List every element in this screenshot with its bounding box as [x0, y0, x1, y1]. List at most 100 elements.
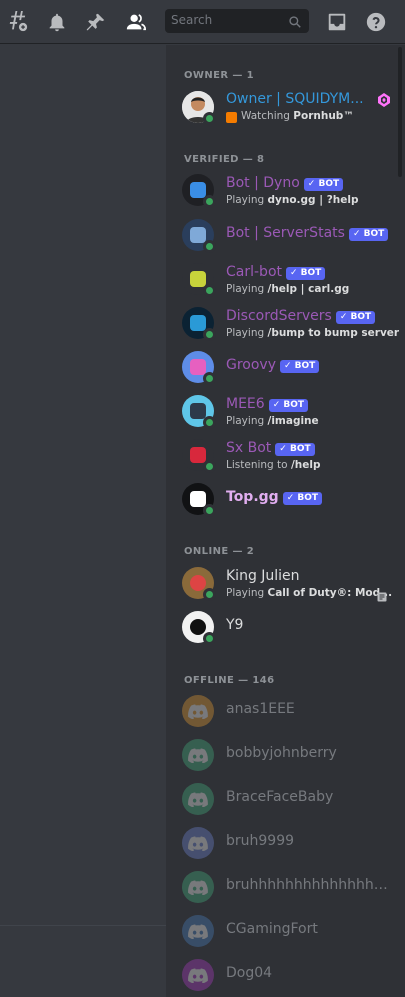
discord-window: Search OWNER — 1 Owner | SQUIDYM... Watc… [0, 0, 405, 997]
online-status-dot [203, 240, 216, 253]
avatar [182, 783, 214, 815]
member-activity: Watching Pornhub™ [241, 110, 354, 122]
online-status-dot [203, 588, 216, 601]
bot-badge: ✓ BOT [282, 492, 323, 505]
online-status-dot [203, 328, 216, 341]
bell-icon[interactable] [45, 10, 69, 34]
member-verified[interactable]: Bot | ServerStats ✓ BOT [182, 215, 396, 255]
bot-badge: ✓ BOT [335, 311, 376, 324]
member-name: Bot | Dyno [226, 175, 300, 191]
member-name-row: Carl-bot ✓ BOT [226, 264, 326, 280]
section-header-owner: OWNER — 1 [184, 70, 254, 81]
member-name: Owner | SQUIDYM... [226, 91, 364, 107]
bot-badge: ✓ BOT [268, 399, 309, 412]
activity-prefix: Listening to [226, 459, 288, 471]
avatar-glyph [190, 491, 206, 507]
avatar [182, 695, 214, 727]
activity-prefix: Playing [226, 194, 265, 206]
activity-prefix: Watching [241, 110, 290, 122]
member-activity: Listening to /help [226, 459, 320, 471]
member-verified[interactable]: Sx Bot ✓ BOT Listening to /help [182, 435, 396, 475]
member-verified[interactable]: Carl-bot ✓ BOT Playing /help | carl.gg [182, 259, 396, 299]
member-name-row: Top.gg ✓ BOT [226, 489, 323, 505]
activity-detail: Pornhub™ [293, 110, 354, 122]
activity-detail: /help | carl.gg [267, 283, 350, 295]
search-input[interactable]: Search [165, 9, 309, 33]
member-name: Sx Bot [226, 440, 272, 456]
activity-detail: dyno.gg | ?help [267, 194, 359, 206]
threads-icon[interactable] [6, 10, 30, 34]
member-list-icon[interactable] [124, 10, 148, 34]
avatar [182, 915, 214, 947]
bot-badge: ✓ BOT [280, 360, 320, 373]
avatar-glyph [190, 403, 206, 419]
member-offline[interactable]: BraceFaceBaby [182, 779, 396, 819]
avatar [182, 871, 214, 903]
online-status-dot [203, 284, 216, 297]
bot-badge: ✓ BOT [286, 267, 326, 280]
member-online[interactable]: King Julien Playing Call of Duty®: Mod..… [182, 563, 396, 603]
member-list[interactable]: OWNER — 1 Owner | SQUIDYM... Watching Po… [166, 45, 405, 997]
member-name: DiscordServers [226, 308, 332, 324]
avatar [182, 739, 214, 771]
avatar [182, 827, 214, 859]
avatar-glyph [190, 447, 206, 463]
online-status-dot [203, 112, 216, 125]
member-name: BraceFaceBaby [226, 789, 334, 805]
member-name: bruhhhhhhhhhhhhhhhhhhh... [226, 877, 391, 893]
avatar-glyph [190, 575, 206, 591]
help-icon[interactable] [364, 10, 388, 34]
avatar-glyph [190, 359, 206, 375]
member-name: Y9 [226, 617, 244, 633]
chat-pane [0, 45, 166, 997]
bot-badge: ✓ BOT [303, 178, 344, 191]
member-name: anas1EEE [226, 701, 295, 717]
inbox-icon[interactable] [325, 10, 349, 34]
member-name: Top.gg [226, 489, 279, 505]
avatar-glyph [190, 227, 206, 243]
member-name: bobbyjohnberry [226, 745, 337, 761]
member-offline[interactable]: bobbyjohnberry [182, 735, 396, 775]
member-verified[interactable]: Top.gg ✓ BOT [182, 479, 396, 519]
activity-prefix: Playing [226, 587, 265, 599]
online-status-dot [203, 504, 216, 517]
member-list-scrollbar[interactable] [398, 47, 402, 177]
member-verified[interactable]: MEE6 ✓ BOT Playing /imagine [182, 391, 396, 431]
activity-detail: /imagine [267, 415, 319, 427]
member-offline[interactable]: bruh9999 [182, 823, 396, 863]
activity-prefix: Playing [226, 283, 265, 295]
online-status-dot [203, 416, 216, 429]
avatar-glyph [190, 315, 206, 331]
member-owner[interactable]: Owner | SQUIDYM... Watching Pornhub™ [182, 87, 396, 127]
member-online[interactable]: Y9 [182, 607, 396, 647]
member-offline[interactable]: anas1EEE [182, 691, 396, 731]
member-verified[interactable]: Groovy ✓ BOT [182, 347, 396, 387]
member-name-row: Groovy ✓ BOT [226, 357, 320, 373]
member-name-row: Bot | ServerStats ✓ BOT [226, 225, 389, 241]
member-verified[interactable]: Bot | Dyno ✓ BOT Playing dyno.gg | ?help [182, 170, 396, 210]
bot-badge: ✓ BOT [348, 228, 389, 241]
avatar [182, 959, 214, 991]
member-verified[interactable]: DiscordServers ✓ BOT Playing /bump to bum… [182, 303, 400, 343]
member-name: CGamingFort [226, 921, 318, 937]
member-name: Carl-bot [226, 264, 282, 280]
member-activity: Playing dyno.gg | ?help [226, 194, 359, 206]
member-offline[interactable]: bruhhhhhhhhhhhhhhhhhhh... [182, 867, 396, 907]
member-name: King Julien [226, 568, 300, 584]
member-offline[interactable]: CGamingFort [182, 911, 396, 951]
member-name-row: Bot | Dyno ✓ BOT [226, 175, 344, 191]
game-icon [226, 112, 237, 123]
activity-detail: /help [290, 459, 321, 471]
member-name-row: DiscordServers ✓ BOT [226, 308, 376, 324]
member-activity: Playing Call of Duty®: Mod... [226, 587, 392, 599]
member-name: Bot | ServerStats [226, 225, 345, 241]
search-icon [288, 14, 302, 33]
section-header-offline: OFFLINE — 146 [184, 675, 275, 686]
member-offline[interactable]: Dog04 [182, 955, 396, 995]
activity-detail: /bump to bump server [267, 327, 400, 339]
member-activity: Playing /imagine [226, 415, 319, 427]
nitro-boost-icon [378, 92, 390, 111]
pin-icon[interactable] [84, 10, 108, 34]
avatar-glyph [190, 182, 206, 198]
rich-presence-icon [377, 587, 387, 606]
